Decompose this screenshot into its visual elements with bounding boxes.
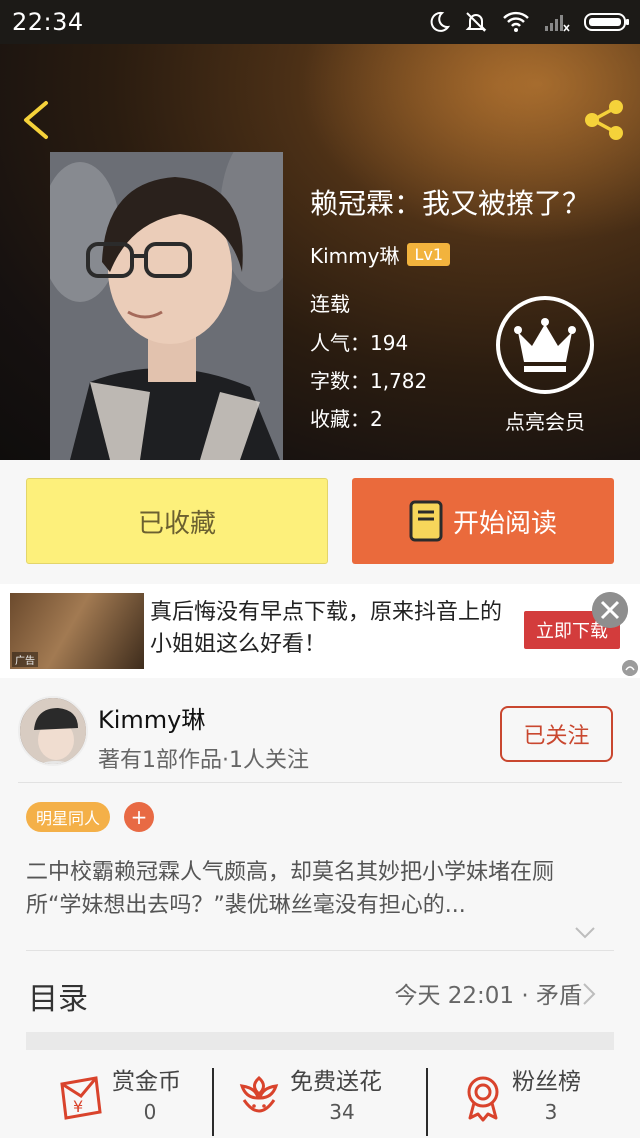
chevron-down-icon[interactable] bbox=[574, 926, 596, 940]
ad-banner[interactable]: 广告 真后悔没有早点下载，原来抖音上的小姐姐这么好看！ 立即下载 bbox=[0, 584, 640, 678]
book-word-count: 字数：1,782 bbox=[310, 369, 428, 393]
book-status: 连载 bbox=[310, 292, 350, 316]
genre-tag[interactable]: 明星同人 bbox=[26, 802, 111, 832]
book-title: 赖冠霖：我又被撩了？ bbox=[310, 187, 591, 220]
favorited-button[interactable]: 已收藏 bbox=[26, 478, 328, 564]
red-envelope-icon: ¥ bbox=[60, 1076, 102, 1120]
bell-off-icon bbox=[465, 12, 487, 32]
vip-label: 点亮会员 bbox=[505, 410, 585, 434]
favorited-label: 已收藏 bbox=[137, 508, 216, 539]
book-header: 赖冠霖：我又被撩了？ Kimmy琳 Lv1 连载 人气：194 字数：1,782… bbox=[0, 44, 640, 460]
flowers-label: 免费送花 bbox=[290, 1069, 382, 1095]
author-section: Kimmy琳 著有1部作品·1人关注 已关注 明星同人 + 二中校霸赖冠霖人气颇… bbox=[0, 678, 640, 1138]
toc-latest-chapter[interactable]: 今天 22:01 · 矛盾 bbox=[394, 976, 582, 1010]
send-flowers-button[interactable]: 免费送花 34 bbox=[214, 1054, 426, 1138]
start-reading-label: 开始阅读 bbox=[452, 508, 557, 539]
moon-icon bbox=[430, 11, 450, 32]
author-subtitle: 著有1部作品·1人关注 bbox=[98, 748, 309, 773]
add-tag-button[interactable]: + bbox=[124, 802, 154, 832]
status-icons bbox=[428, 8, 630, 36]
book-favorites: 收藏：2 bbox=[310, 407, 383, 431]
section-separator bbox=[26, 1032, 614, 1050]
award-badge-icon bbox=[467, 1076, 499, 1122]
crown-icon bbox=[496, 296, 594, 394]
book-icon bbox=[409, 500, 443, 542]
chevron-right-icon[interactable] bbox=[582, 982, 596, 1006]
book-description[interactable]: 二中校霸赖冠霖人气颇高，却莫名其妙把小学妹堵在厕所“学妹想出去吗？”裴优琳丝毫没… bbox=[26, 856, 606, 922]
status-bar: 22:34 bbox=[0, 0, 640, 44]
status-time: 22:34 bbox=[12, 8, 84, 36]
bottom-stats-bar: ¥ 赏金币 0 免费送花 34 粉丝榜 3 bbox=[0, 1054, 640, 1138]
divider bbox=[26, 950, 614, 951]
reward-value: 0 bbox=[143, 1100, 157, 1124]
author-name[interactable]: Kimmy琳 bbox=[98, 700, 205, 735]
close-icon[interactable] bbox=[592, 592, 628, 628]
ad-thumbnail[interactable]: 广告 bbox=[10, 593, 144, 669]
follow-button[interactable]: 已关注 bbox=[500, 706, 613, 762]
reward-coins-button[interactable]: ¥ 赏金币 0 bbox=[0, 1054, 212, 1138]
book-popularity: 人气：194 bbox=[310, 331, 409, 355]
fan-ranking-button[interactable]: 粉丝榜 3 bbox=[428, 1054, 640, 1138]
ad-choices-icon[interactable] bbox=[622, 660, 638, 676]
book-author[interactable]: Kimmy琳 bbox=[310, 240, 399, 269]
avatar[interactable] bbox=[18, 696, 88, 766]
avatar-image bbox=[20, 698, 86, 764]
level-badge: Lv1 bbox=[407, 243, 451, 266]
reward-label: 赏金币 bbox=[112, 1069, 181, 1095]
svg-text:¥: ¥ bbox=[73, 1097, 83, 1116]
start-reading-button[interactable]: 开始阅读 bbox=[352, 478, 614, 564]
share-icon[interactable] bbox=[580, 96, 628, 144]
fans-label: 粉丝榜 bbox=[512, 1069, 581, 1095]
ad-tag: 广告 bbox=[12, 652, 38, 667]
cover-portrait bbox=[50, 152, 283, 460]
book-cover[interactable] bbox=[50, 152, 283, 460]
ad-text[interactable]: 真后悔没有早点下载，原来抖音上的小姐姐这么好看！ bbox=[150, 597, 510, 661]
book-author-row[interactable]: Kimmy琳 Lv1 bbox=[310, 240, 451, 269]
battery-icon bbox=[584, 13, 629, 31]
vip-button[interactable]: 点亮会员 bbox=[490, 294, 600, 435]
signal-icon bbox=[545, 15, 570, 32]
back-arrow-icon[interactable] bbox=[18, 100, 52, 140]
flower-icon bbox=[239, 1075, 279, 1113]
toc-label[interactable]: 目录 bbox=[28, 974, 88, 1018]
flowers-value: 34 bbox=[329, 1100, 355, 1124]
wifi-icon bbox=[503, 11, 529, 32]
fans-value: 3 bbox=[544, 1100, 558, 1124]
divider bbox=[18, 782, 622, 783]
